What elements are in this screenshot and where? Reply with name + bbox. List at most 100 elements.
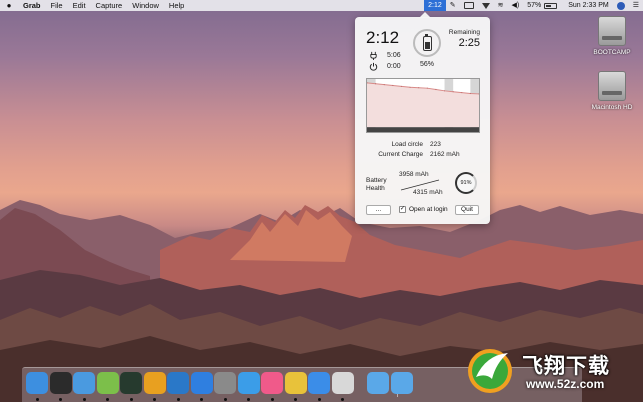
battery-app-time: 2:12: [428, 2, 442, 9]
popover-arrow: [419, 12, 431, 18]
full-capacity: 4315 mAh: [413, 189, 443, 196]
terminal-icon[interactable]: [49, 372, 72, 394]
battery-health-label-line-2: Health: [366, 185, 385, 192]
load-circle-label: Load circle: [391, 141, 423, 148]
battery-app-status-item[interactable]: 2:12: [424, 0, 446, 11]
charge-point: [469, 92, 471, 95]
charge-point: [435, 88, 437, 91]
menu-window[interactable]: Window: [127, 0, 164, 11]
battery-percent-label: 56%: [419, 61, 434, 68]
running-indicator: [200, 398, 203, 401]
battery-percent: 57%: [527, 2, 542, 9]
notification-center-icon[interactable]: ☰: [629, 0, 643, 11]
siri-icon[interactable]: [613, 1, 629, 10]
more-button[interactable]: ...: [366, 205, 391, 215]
menu-file[interactable]: File: [46, 0, 68, 11]
running-indicator: [82, 398, 86, 401]
health-gauge: 91%: [455, 172, 477, 194]
running-indicator: [176, 398, 180, 401]
menu-app-name[interactable]: Grab: [18, 0, 46, 11]
battery-status-item[interactable]: 57%: [523, 0, 564, 11]
open-at-login-checkbox-row[interactable]: ✓ Open at login: [399, 206, 448, 213]
system-preferences-icon[interactable]: [214, 372, 236, 394]
android-studio-icon[interactable]: [96, 372, 119, 394]
running-indicator: [317, 398, 321, 401]
running-indicator: [270, 398, 274, 401]
watermark-logo-icon: [468, 349, 512, 393]
airplay-icon[interactable]: [478, 2, 494, 9]
load-circle-value: 223: [430, 141, 441, 148]
desktop-icon-macintosh-hd[interactable]: Macintosh HD: [582, 71, 642, 111]
volume-icon[interactable]: ◀): [508, 0, 524, 11]
current-charge-label: Current Charge: [378, 151, 423, 158]
charge-point: [392, 84, 394, 87]
charge-point: [418, 87, 420, 89]
running-indicator: [35, 398, 39, 401]
activity-monitor-icon[interactable]: [120, 372, 142, 394]
chrome-icon[interactable]: [284, 372, 307, 394]
app-store-icon[interactable]: [308, 372, 330, 394]
maps-icon[interactable]: [190, 372, 213, 394]
charge-area: [367, 82, 479, 128]
battery-icon: [422, 33, 432, 51]
current-charge-value: 2162 mAh: [430, 151, 460, 158]
battery-popover: 2:12 5:06 0:00 56% Remaining 2:25 Load c…: [355, 12, 490, 224]
watermark: 飞翔下载 www.52z.com: [466, 345, 643, 402]
preview-icon[interactable]: [331, 372, 354, 394]
charge-point: [452, 91, 454, 93]
desktop-icon-bootcamp[interactable]: BOOTCAMP: [582, 16, 642, 56]
battery-health-label-line-1: Battery: [366, 177, 387, 184]
itunes-icon[interactable]: [261, 372, 283, 394]
charge-time-row: 5:06: [369, 51, 401, 60]
charge-point: [443, 90, 446, 92]
applications-folder-icon[interactable]: [367, 372, 389, 394]
menu-capture[interactable]: Capture: [91, 0, 128, 11]
screen-mirroring-icon[interactable]: [460, 2, 478, 9]
xcode-icon[interactable]: [73, 372, 95, 394]
running-indicator: [223, 398, 227, 401]
menu-help[interactable]: Help: [164, 0, 189, 11]
running-indicator: [59, 398, 62, 401]
elapsed-time: 2:12: [366, 28, 400, 47]
charge-point: [367, 82, 368, 84]
design-capacity: 3958 mAh: [399, 171, 429, 178]
watermark-url: www.52z.com: [526, 377, 605, 391]
menu-edit[interactable]: Edit: [68, 0, 91, 11]
menubar-status-area: 2:12 ✎ ≋ ◀) 57% Sun 2:33 PM ☰: [424, 0, 643, 11]
power-icon: [369, 62, 378, 71]
running-indicator: [247, 398, 250, 401]
standby-time: 0:00: [387, 63, 401, 70]
charge-point: [383, 84, 385, 86]
pen-icon[interactable]: ✎: [446, 0, 460, 11]
quit-button[interactable]: Quit: [455, 205, 479, 215]
downloads-folder-icon[interactable]: [390, 372, 413, 394]
running-indicator: [341, 398, 344, 401]
remaining-time: 2:25: [458, 37, 480, 49]
desktop-icon-label: BOOTCAMP: [593, 49, 631, 56]
chart-baseline: [367, 127, 479, 132]
charge-point: [375, 83, 377, 85]
charge-point: [409, 86, 411, 88]
open-at-login-label: Open at login: [409, 206, 448, 213]
wifi-icon[interactable]: ≋: [494, 0, 508, 11]
sublime-text-icon[interactable]: [143, 372, 166, 394]
watermark-title: 飞翔下载: [522, 355, 610, 378]
apple-icon[interactable]: ●: [0, 1, 18, 10]
open-at-login-checkbox[interactable]: ✓: [399, 206, 406, 213]
clock[interactable]: Sun 2:33 PM: [564, 0, 612, 11]
charge-point: [461, 92, 463, 94]
battery-icon: [544, 2, 558, 9]
plug-icon: [370, 51, 377, 60]
running-indicator: [106, 398, 109, 401]
charge-point: [400, 85, 403, 87]
mountain-landscape: [0, 200, 643, 402]
safari-icon[interactable]: [237, 372, 260, 394]
finder-icon[interactable]: [26, 372, 48, 394]
charge-point: [478, 93, 479, 95]
hard-drive-icon: [598, 16, 626, 46]
menu-bar: ● Grab File Edit Capture Window Help 2:1…: [0, 0, 643, 11]
hard-drive-icon: [598, 71, 626, 101]
running-indicator: [129, 398, 133, 401]
visual-studio-code-icon[interactable]: [167, 372, 189, 394]
charge-point: [426, 87, 428, 89]
